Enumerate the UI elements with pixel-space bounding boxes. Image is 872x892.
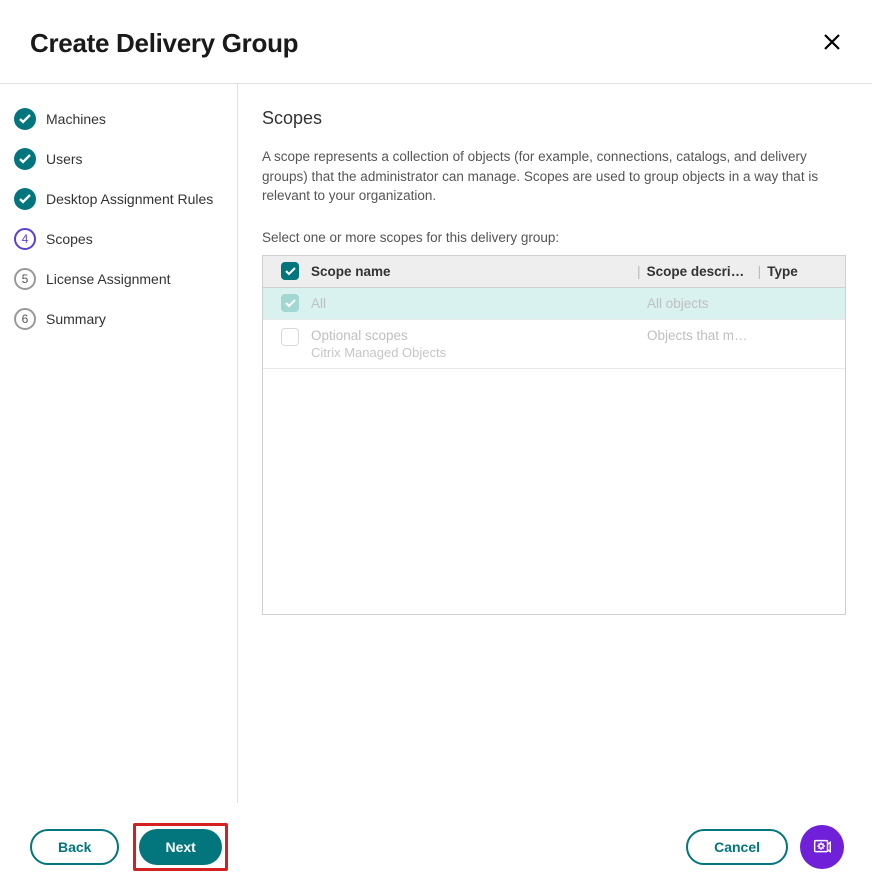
next-button[interactable]: Next (139, 829, 221, 865)
step-users[interactable]: Users (14, 148, 219, 170)
section-description: A scope represents a collection of objec… (262, 147, 846, 206)
help-fab[interactable] (800, 825, 844, 869)
cell-scope-description: Objects that m… (647, 328, 752, 343)
column-separator: | (637, 263, 641, 279)
main-panel: Scopes A scope represents a collection o… (238, 84, 872, 803)
step-label: Summary (46, 311, 106, 327)
dialog-title: Create Delivery Group (30, 28, 298, 59)
content-layout: Machines Users Desktop Assignment Rules … (0, 83, 872, 803)
step-number: 6 (14, 308, 36, 330)
step-summary[interactable]: 6 Summary (14, 308, 219, 330)
table-row[interactable]: Optional scopes Citrix Managed Objects O… (263, 320, 845, 369)
dialog-header: Create Delivery Group (0, 0, 872, 83)
step-license-assignment[interactable]: 5 License Assignment (14, 268, 219, 290)
close-button[interactable] (822, 32, 842, 55)
table-row[interactable]: All All objects (263, 288, 845, 320)
column-type[interactable]: Type (767, 264, 827, 279)
section-instruction: Select one or more scopes for this deliv… (262, 230, 846, 245)
step-label: Users (46, 151, 83, 167)
next-button-highlight: Next (133, 823, 227, 871)
scopes-table: Scope name | Scope descrip… | Type All A… (262, 255, 846, 615)
cell-scope-subtext: Citrix Managed Objects (311, 345, 631, 360)
row-checkbox (281, 328, 299, 346)
column-scope-description[interactable]: Scope descrip… (647, 264, 752, 279)
step-label: Machines (46, 111, 106, 127)
step-number: 5 (14, 268, 36, 290)
back-button[interactable]: Back (30, 829, 119, 865)
row-checkbox (281, 294, 299, 312)
step-scopes[interactable]: 4 Scopes (14, 228, 219, 250)
select-all-checkbox[interactable] (281, 262, 299, 280)
check-icon (14, 148, 36, 170)
step-desktop-assignment-rules[interactable]: Desktop Assignment Rules (14, 188, 219, 210)
lightbulb-icon (811, 836, 833, 858)
step-label: Scopes (46, 231, 93, 247)
cell-scope-name: All (311, 296, 631, 311)
step-label: License Assignment (46, 271, 171, 287)
section-heading: Scopes (262, 108, 846, 129)
column-separator: | (758, 263, 762, 279)
dialog-footer: Back Next Cancel (0, 803, 872, 871)
column-scope-name[interactable]: Scope name (311, 264, 631, 279)
check-icon (14, 108, 36, 130)
cell-scope-name: Optional scopes (311, 328, 631, 343)
close-icon (822, 32, 842, 52)
step-label: Desktop Assignment Rules (46, 191, 213, 207)
step-machines[interactable]: Machines (14, 108, 219, 130)
cancel-button[interactable]: Cancel (686, 829, 788, 865)
check-icon (14, 188, 36, 210)
table-header: Scope name | Scope descrip… | Type (263, 256, 845, 288)
cell-scope-description: All objects (647, 296, 752, 311)
wizard-steps-sidebar: Machines Users Desktop Assignment Rules … (0, 84, 238, 803)
step-number: 4 (14, 228, 36, 250)
